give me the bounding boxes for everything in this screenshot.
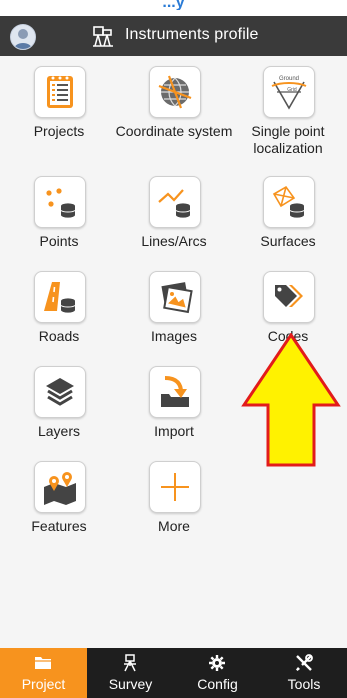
highlight-arrow-icon xyxy=(241,333,341,467)
tile-lines-arcs[interactable]: Lines/Arcs xyxy=(115,166,233,261)
tile-label: Features xyxy=(31,518,87,534)
folder-icon xyxy=(35,657,51,669)
codes-icon xyxy=(263,271,315,323)
points-icon xyxy=(34,176,86,228)
lines-arcs-icon xyxy=(149,176,201,228)
nav-project[interactable]: Project xyxy=(0,648,87,698)
tile-features[interactable]: Features xyxy=(0,451,118,546)
nav-label: Tools xyxy=(287,676,321,692)
tile-label: Roads xyxy=(38,328,80,344)
tile-label: Layers xyxy=(37,423,81,439)
app-header: Instruments profile xyxy=(0,16,347,56)
top-strip: ...y xyxy=(0,0,347,16)
roads-icon xyxy=(34,271,86,323)
tile-coordinate-system[interactable]: Coordinate system xyxy=(115,56,233,166)
tile-label: Projects xyxy=(33,123,85,139)
survey-icon xyxy=(124,654,136,672)
nav-config[interactable]: Config xyxy=(174,648,261,698)
page-title: Instruments profile xyxy=(125,26,259,43)
tile-more[interactable]: More xyxy=(115,451,233,546)
images-icon xyxy=(149,271,201,323)
gear-icon xyxy=(209,655,225,671)
nav-tools[interactable]: Tools xyxy=(261,648,347,698)
tile-images[interactable]: Images xyxy=(115,261,233,356)
surfaces-icon xyxy=(263,176,315,228)
tile-roads[interactable]: Roads xyxy=(0,261,118,356)
tile-import[interactable]: Import xyxy=(115,356,233,451)
plus-icon xyxy=(149,461,201,513)
icon-text-ground: Ground xyxy=(279,76,299,82)
icon-text-grid: Grid xyxy=(287,87,297,93)
tile-label: Points xyxy=(39,233,79,249)
avatar-icon[interactable] xyxy=(10,24,36,50)
tools-icon xyxy=(296,654,313,671)
tile-layers[interactable]: Layers xyxy=(0,356,118,451)
tile-label: Import xyxy=(154,423,194,439)
import-icon xyxy=(149,366,201,418)
tile-points[interactable]: Points xyxy=(0,166,118,261)
instruments-icon xyxy=(93,26,113,47)
layers-icon xyxy=(34,366,86,418)
tile-label: Images xyxy=(151,328,197,344)
tile-surfaces[interactable]: Surfaces xyxy=(229,166,347,261)
top-strip-text: ...y xyxy=(162,0,185,10)
projects-icon xyxy=(34,66,86,118)
tile-single-point-localization[interactable]: Ground Grid Single point localization xyxy=(229,56,347,166)
tile-label: Lines/Arcs xyxy=(141,233,207,249)
tile-label: More xyxy=(158,518,190,534)
tile-label: Single point localization xyxy=(251,123,325,156)
coordinate-system-icon xyxy=(149,66,201,118)
nav-label: Survey xyxy=(108,676,153,692)
nav-label: Project xyxy=(21,676,66,692)
localization-icon: Ground Grid xyxy=(263,66,315,118)
features-icon xyxy=(34,461,86,513)
bottom-nav: Project Survey Config Tools xyxy=(0,648,347,698)
nav-label: Config xyxy=(197,676,238,692)
nav-survey[interactable]: Survey xyxy=(87,648,174,698)
tile-projects[interactable]: Projects xyxy=(0,56,118,166)
tile-label: Surfaces xyxy=(260,233,316,249)
tile-label: Coordinate system xyxy=(115,123,233,139)
